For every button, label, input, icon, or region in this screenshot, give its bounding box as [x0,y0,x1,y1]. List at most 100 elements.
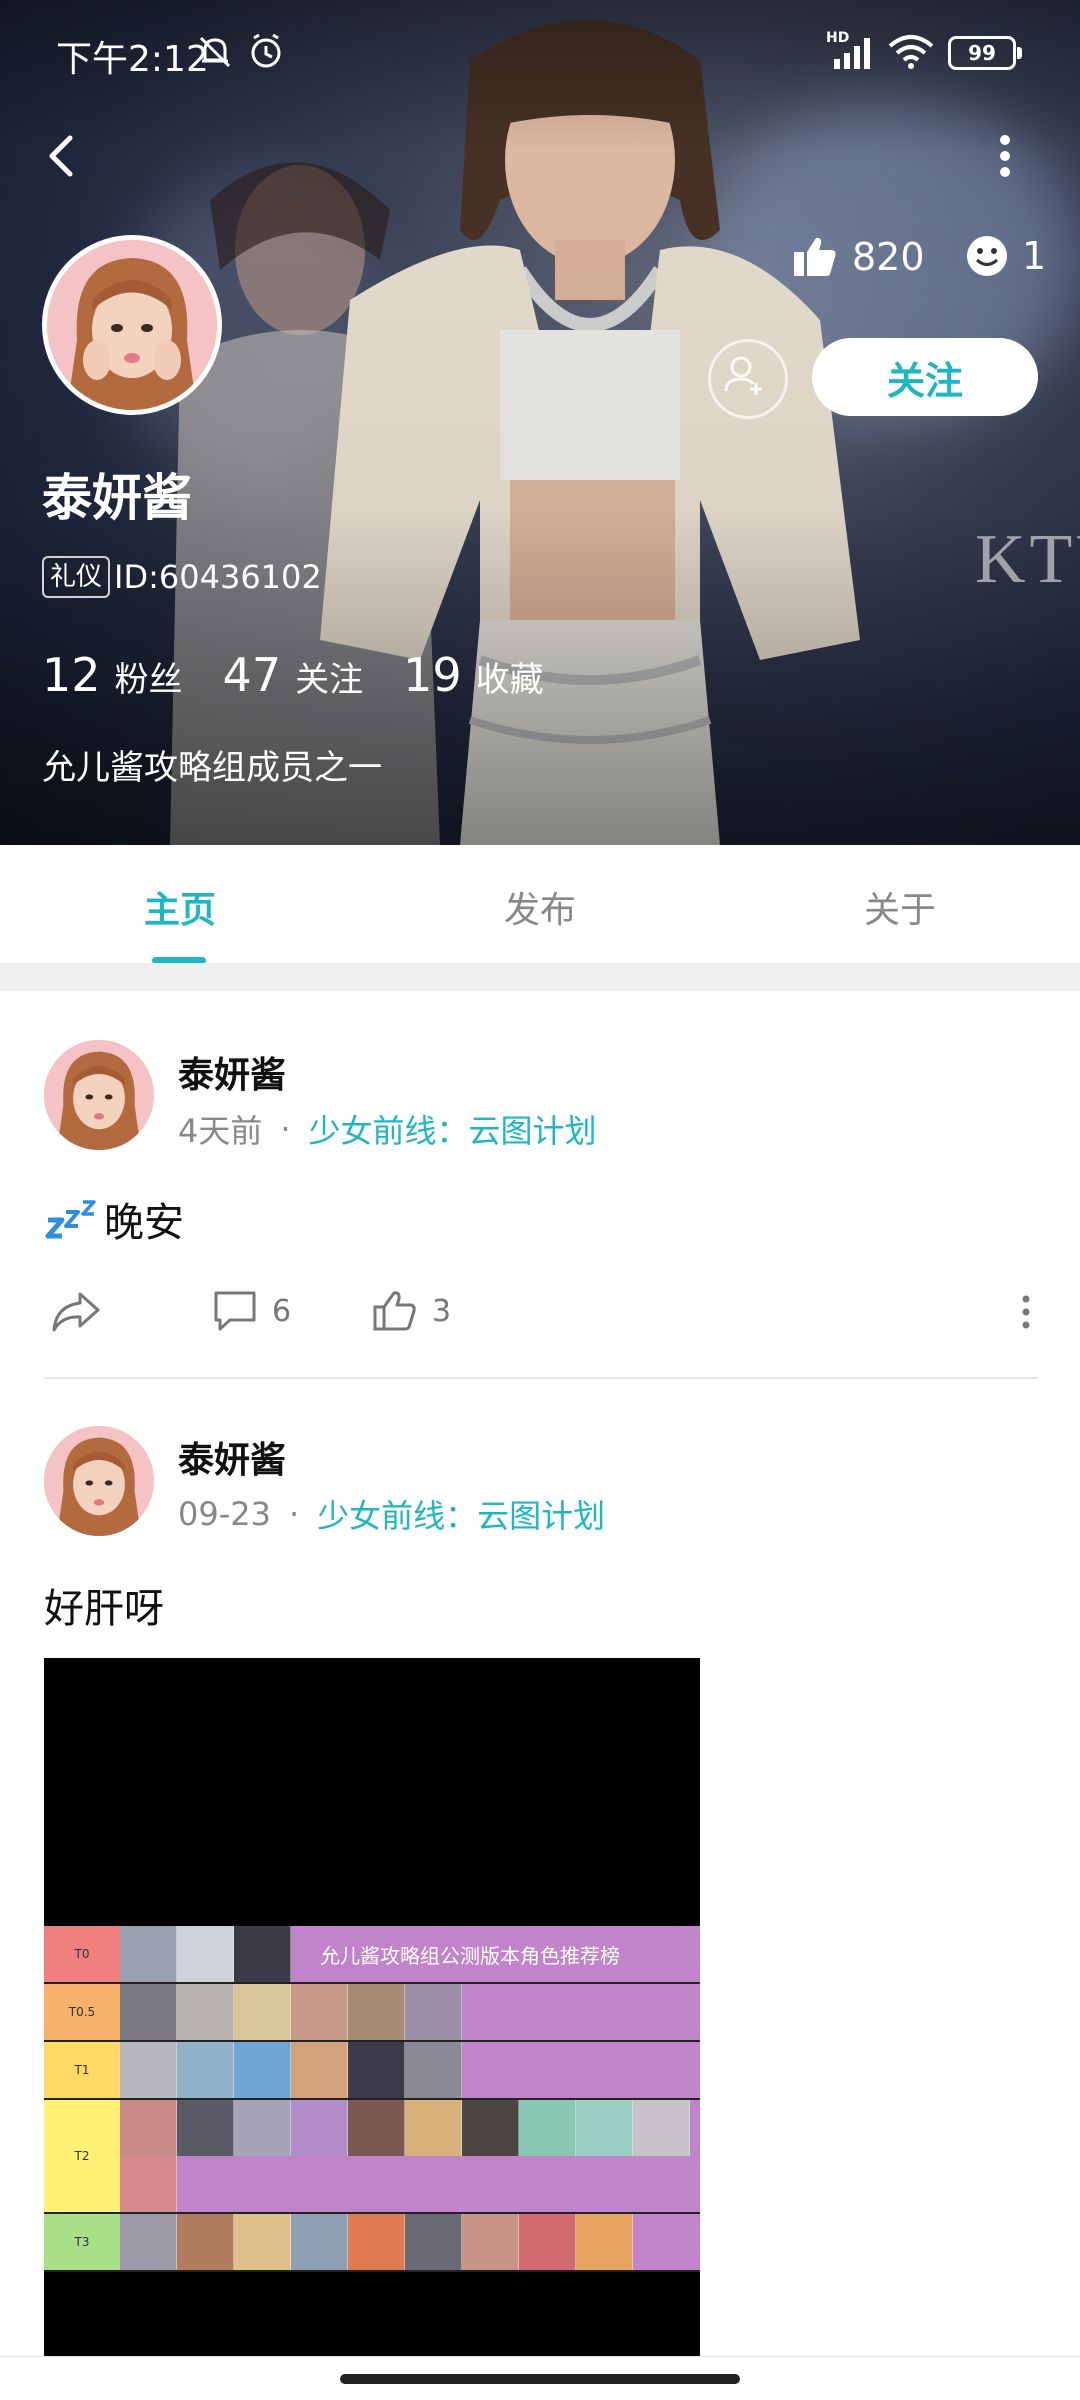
tab-posts[interactable]: 发布 [440,881,640,933]
like-count: 3 [432,1293,452,1329]
post-avatar[interactable] [44,1040,154,1150]
tier-body [120,2214,700,2270]
post-text: 好肝呀 [44,1586,164,1632]
id-row: 礼仪 ID:60436102 [42,556,322,598]
profile-tabs: 主页 发布 关于 [0,845,1080,964]
alarm-icon [251,33,281,68]
tier-label: T2 [44,2100,120,2212]
tier-row: T2 [44,2100,700,2214]
favorites-label[interactable]: 收藏 [476,652,544,701]
post-game-tag[interactable]: 少女前线：云图计划 [309,1106,597,1152]
following-count[interactable]: 47 [223,648,282,702]
add-friend-button[interactable] [708,339,788,419]
more-options-button[interactable] [990,128,1020,184]
post-separator [44,1377,1038,1379]
character-portrait [120,2100,177,2156]
tier-label: T1 [44,2042,120,2098]
comment-count: 6 [272,1293,292,1329]
character-portrait [348,2042,405,2098]
post-author[interactable]: 泰妍酱 [178,1431,286,1483]
share-button[interactable] [50,1288,102,1336]
fans-count[interactable]: 12 [42,648,101,702]
post-game-tag[interactable]: 少女前线：云图计划 [317,1491,605,1537]
photo-watermark: KTY [975,521,1080,598]
character-portrait [519,2100,576,2156]
post-more-icon[interactable] [1020,1294,1032,1330]
tier-label: T0 [44,1926,120,1982]
character-portrait [177,2100,234,2156]
post-text: 晚安 [104,1200,184,1246]
share-icon [52,1292,100,1332]
tier-body [120,1984,700,2040]
tier-row: T1 [44,2042,700,2100]
signal-icon [834,38,870,69]
character-portraits [120,1926,291,1982]
tier-body: 允儿酱攻略组公测版本角色推荐榜 [120,1926,700,1982]
tier-row: T0.5 [44,1984,700,2042]
character-portrait [120,2042,177,2098]
character-portrait [633,2100,690,2156]
following-label[interactable]: 关注 [295,652,363,701]
character-portraits [120,1984,462,2040]
character-portrait [234,2214,291,2270]
character-portrait [462,2214,519,2270]
post-time: 4天前 [178,1112,263,1150]
like-stat: 820 [792,234,925,280]
fans-label[interactable]: 粉丝 [115,652,183,701]
follow-stats: 12 粉丝 47 关注 19 收藏 [42,648,584,702]
tab-about[interactable]: 关于 [800,881,1000,933]
character-portrait [348,1984,405,2040]
image-title: 允儿酱攻略组公测版本角色推荐榜 [320,1944,620,1968]
profile-avatar[interactable] [42,235,222,415]
comment-icon [214,1291,256,1331]
profile-name: 泰妍酱 [42,469,192,527]
character-portrait [234,2100,291,2156]
sleep-zzz-icon [45,1200,96,1239]
profile-header: KTY 下午2:12 HD 99 [0,0,1080,845]
character-portraits [120,2100,690,2156]
character-portrait [576,2214,633,2270]
tier-body [120,2042,700,2098]
home-indicator[interactable] [340,2374,740,2384]
character-portraits [120,2156,177,2212]
status-bar: 下午2:12 HD 99 [0,0,1080,100]
post-content: 好肝呀 [44,1576,164,1634]
character-portrait [291,2042,348,2098]
character-portrait [177,2042,234,2098]
avatar-portrait [47,240,217,410]
follow-button[interactable]: 关注 [812,338,1038,416]
avatar-portrait [44,1040,154,1150]
post-image[interactable]: T0 允儿酱攻略组公测版本角色推荐榜 T0.5 T1 T2 T3 [44,1658,700,2356]
character-portrait [291,2214,348,2270]
character-portrait [348,2100,405,2156]
favorites-count[interactable]: 19 [403,648,462,702]
character-portrait [291,2100,348,2156]
character-portrait [462,2100,519,2156]
battery-level: 99 [968,41,996,65]
meta-separator: · [288,1495,300,1533]
post-time: 09-23 [178,1495,271,1533]
like-count: 820 [852,235,925,279]
post-author[interactable]: 泰妍酱 [178,1046,286,1098]
back-button[interactable] [36,128,92,184]
character-portrait [405,2100,462,2156]
character-portrait [120,1926,177,1982]
user-id: ID:60436102 [114,558,322,596]
character-portrait [405,2042,462,2098]
post-meta: 09-23 · 少女前线：云图计划 [178,1491,605,1537]
character-portrait [120,2214,177,2270]
character-portrait [405,1984,462,2040]
post-avatar[interactable] [44,1426,154,1536]
bell-muted-icon [199,36,231,68]
tab-home[interactable]: 主页 [80,881,280,933]
bottom-divider [0,2356,1080,2357]
comment-button[interactable]: 6 [212,1288,291,1334]
character-portrait [177,1984,234,2040]
character-portrait [234,1926,291,1982]
status-time: 下午2:12 [56,39,209,80]
character-portrait [519,2214,576,2270]
character-portrait [234,1984,291,2040]
tier-row: T3 [44,2214,700,2272]
like-button[interactable]: 3 [372,1288,451,1334]
smile-icon [967,236,1007,276]
